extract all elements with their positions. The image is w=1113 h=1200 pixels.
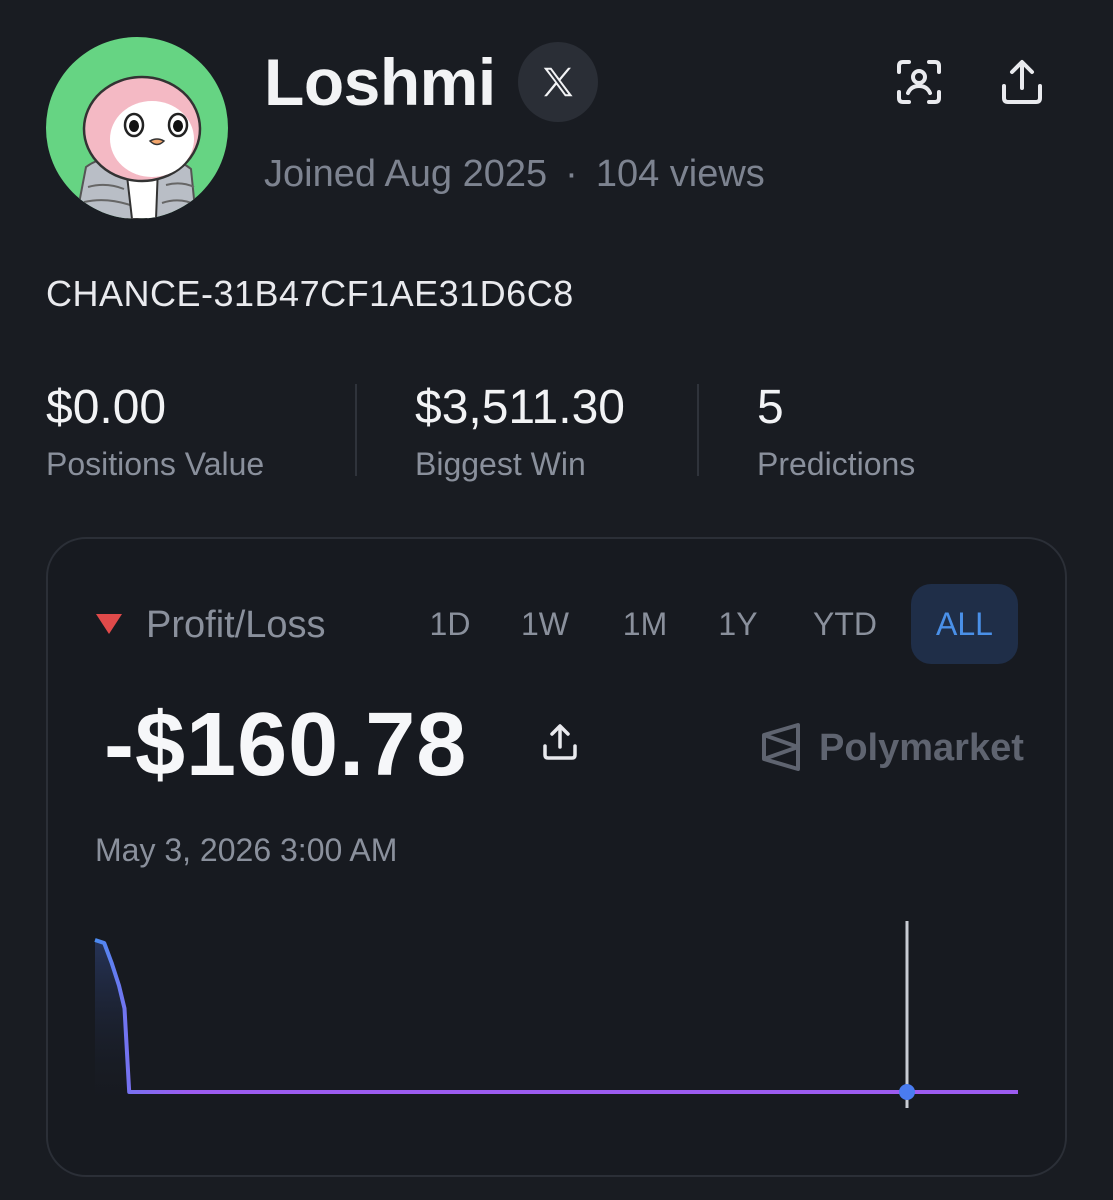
scan-profile-icon xyxy=(897,60,941,104)
down-triangle-icon xyxy=(96,614,122,634)
stat-label: Positions Value xyxy=(46,446,265,482)
x-logo-icon xyxy=(543,67,573,97)
stat-label: Predictions xyxy=(757,446,916,482)
polymarket-logo-icon xyxy=(760,722,802,772)
x-link-button[interactable] xyxy=(518,42,598,122)
share-pnl-button[interactable] xyxy=(540,722,580,762)
stat-label: Biggest Win xyxy=(415,446,586,482)
stat-value: $3,511.30 xyxy=(415,381,625,434)
chance-id: CHANCE-31B47CF1AE31D6C8 xyxy=(46,273,574,314)
stat-value: 5 xyxy=(757,381,784,434)
tab-1m[interactable]: 1M xyxy=(612,584,678,664)
avatar xyxy=(46,37,228,219)
tab-1d[interactable]: 1D xyxy=(420,584,480,664)
stat-value: $0.00 xyxy=(46,381,167,434)
tab-all[interactable]: ALL xyxy=(911,584,1018,664)
share-icon xyxy=(543,724,577,760)
share-profile-button[interactable] xyxy=(996,56,1048,108)
tab-1y[interactable]: 1Y xyxy=(708,584,768,664)
tab-ytd[interactable]: YTD xyxy=(800,584,890,664)
stat-predictions: 5 Predictions xyxy=(757,380,915,484)
meta-separator: · xyxy=(565,153,578,195)
pnl-date: May 3, 2026 3:00 AM xyxy=(95,832,398,868)
joined-date: Joined Aug 2025 xyxy=(264,153,548,195)
profile-name: Loshmi xyxy=(264,45,496,119)
profile-meta: Joined Aug 2025 · 104 views xyxy=(264,150,765,198)
stat-biggest-win: $3,511.30 Biggest Win xyxy=(415,380,625,484)
stat-positions-value: $0.00 Positions Value xyxy=(46,380,264,484)
polymarket-name: Polymarket xyxy=(819,727,1024,769)
pnl-value: -$160.78 xyxy=(104,695,468,795)
pnl-label: Profit/Loss xyxy=(146,604,326,646)
penguin-avatar-image xyxy=(74,75,202,219)
view-count: 104 views xyxy=(595,153,765,195)
share-icon xyxy=(1002,60,1042,104)
tab-1w[interactable]: 1W xyxy=(512,584,578,664)
stat-divider xyxy=(697,384,699,476)
stat-divider xyxy=(355,384,357,476)
scan-profile-button[interactable] xyxy=(893,56,945,108)
